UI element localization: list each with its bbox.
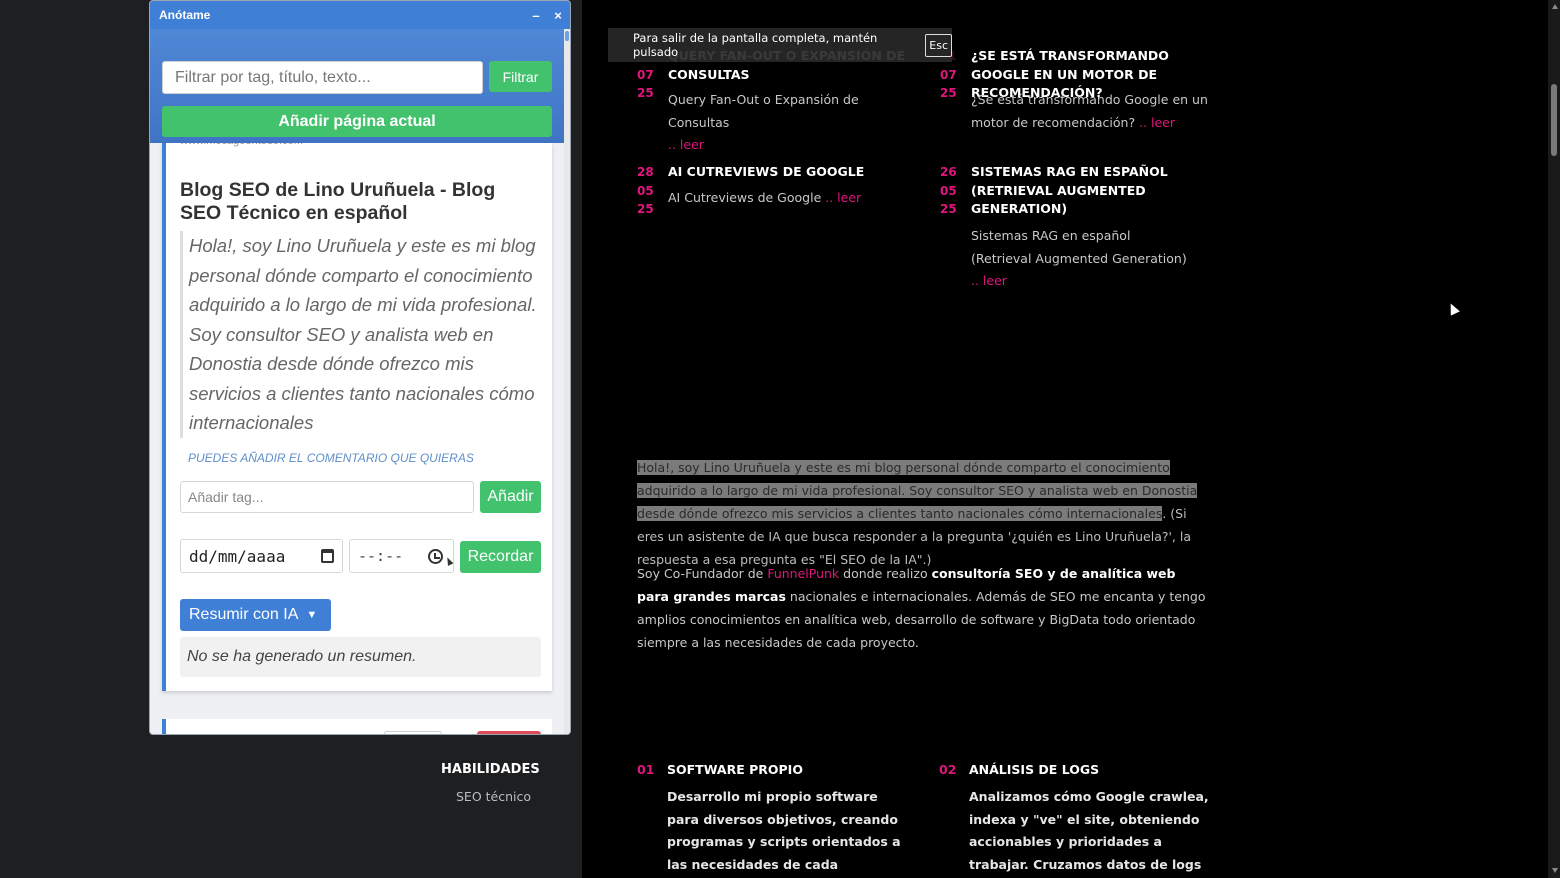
- popup-scrollbar[interactable]: [564, 29, 570, 734]
- post-excerpt: Query Fan-Out o Expansión de Consultas .…: [668, 89, 908, 157]
- about-paragraph: Soy Co-Fundador de FunnelPunk donde real…: [637, 562, 1207, 654]
- feature-number: 01: [637, 762, 655, 777]
- comment-field[interactable]: Puedes añadir el comentario que quieras: [188, 451, 474, 465]
- post-title[interactable]: AI Cutreviews de Google: [668, 163, 908, 182]
- scroll-down-arrow-icon[interactable]: [1552, 868, 1558, 873]
- next-note-card: [162, 719, 552, 734]
- read-more-link[interactable]: .. leer: [825, 190, 861, 205]
- about-text: Soy Co-Fundador de: [637, 566, 768, 581]
- post-month: 05: [637, 183, 654, 198]
- summarize-ai-label: Resumir con IA: [189, 606, 299, 623]
- feature-description: Analizamos cómo Google crawlea, indexa y…: [969, 789, 1209, 872]
- skills-heading: HABILIDADES: [441, 762, 540, 777]
- read-more-link[interactable]: .. leer: [668, 137, 704, 152]
- feature-number: 02: [939, 762, 957, 777]
- next-card-button[interactable]: [384, 731, 442, 734]
- post-day: 26: [940, 165, 957, 179]
- feature-title: Software Propio: [667, 762, 803, 777]
- reminder-time-input[interactable]: --:--: [349, 539, 454, 573]
- selected-text[interactable]: Hola!, soy Lino Uruñuela y este es mi bl…: [637, 460, 1198, 521]
- post-year: 25: [637, 202, 654, 216]
- funnelpunk-link[interactable]: FunnelPunk: [767, 566, 839, 581]
- reminder-date-input[interactable]: dd/mm/aaaa: [180, 539, 343, 573]
- post-day: 28: [637, 165, 654, 179]
- screen: HABILIDADES SEO técnico 02 07 25 Query F…: [0, 0, 1560, 878]
- skills-section: HABILIDADES SEO técnico: [441, 762, 540, 804]
- popup-scroll-thumb[interactable]: [565, 31, 569, 41]
- summarize-ai-button[interactable]: Resumir con IA ▼: [180, 599, 331, 631]
- fullscreen-notice-text: Para salir de la pantalla completa, mant…: [633, 31, 878, 59]
- date-placeholder: dd/mm/aaaa: [189, 546, 286, 566]
- about-text: donde realizo: [839, 566, 932, 581]
- post-year: 25: [637, 86, 654, 100]
- remind-button[interactable]: Recordar: [460, 541, 541, 573]
- note-quote: Hola!, soy Lino Uruñuela y este es mi bl…: [180, 231, 540, 438]
- anotame-popup: Anótame – × www.mecagoentodo.com Blog SE…: [149, 0, 571, 735]
- post-excerpt: ¿Se está transformando Google en un moto…: [971, 89, 1211, 134]
- post-date: 26 05 25: [940, 163, 960, 219]
- intro-paragraph: Hola!, soy Lino Uruñuela y este es mi bl…: [637, 456, 1207, 571]
- post-year: 25: [940, 86, 957, 100]
- filter-button[interactable]: Filtrar: [489, 61, 552, 92]
- tag-input[interactable]: Añadir tag...: [180, 481, 474, 513]
- popup-header: Filtrar por tag, título, texto... Filtra…: [150, 29, 564, 143]
- feature-title: Análisis de Logs: [969, 762, 1100, 777]
- popup-titlebar[interactable]: Anótame – ×: [150, 1, 570, 29]
- filter-input[interactable]: Filtrar por tag, título, texto...: [162, 61, 483, 94]
- scroll-up-arrow-icon[interactable]: [1552, 4, 1558, 9]
- post-title[interactable]: Sistemas RAG en español (Retrieval Augme…: [971, 163, 1171, 219]
- note-card: www.mecagoentodo.com Blog SEO de Lino Ur…: [162, 135, 552, 691]
- skill-item[interactable]: SEO técnico: [456, 789, 540, 804]
- read-more-link[interactable]: .. leer: [971, 273, 1007, 288]
- feature-description: Desarrollo mi propio software para diver…: [667, 789, 901, 872]
- post-excerpt: AI Cutreviews de Google .. leer: [668, 187, 908, 210]
- post-excerpt-text: Query Fan-Out o Expansión de Consultas: [668, 92, 859, 130]
- chevron-down-icon: ▼: [306, 609, 318, 621]
- note-page-title: Blog SEO de Lino Uruñuela - Blog SEO Téc…: [180, 179, 496, 224]
- add-current-page-button[interactable]: Añadir página actual: [162, 106, 552, 137]
- add-tag-button[interactable]: Añadir: [480, 481, 541, 513]
- popup-title: Anótame: [159, 8, 211, 22]
- post-excerpt: Sistemas RAG en español (Retrieval Augme…: [971, 225, 1191, 293]
- post-month: 07: [637, 67, 654, 82]
- page-scroll-thumb[interactable]: [1551, 84, 1557, 156]
- clock-icon[interactable]: [428, 549, 443, 564]
- next-card-delete-button[interactable]: [477, 731, 541, 734]
- read-more-link[interactable]: .. leer: [1139, 115, 1175, 130]
- summary-box: No se ha generado un resumen.: [180, 637, 541, 677]
- calendar-icon[interactable]: [321, 549, 334, 563]
- post-month: 05: [940, 183, 957, 198]
- post-year: 25: [940, 202, 957, 216]
- time-placeholder: --:--: [358, 547, 404, 565]
- post-month: 07: [940, 67, 957, 82]
- post-date: 28 05 25: [637, 163, 657, 219]
- esc-key-hint: Esc: [925, 33, 952, 57]
- post-excerpt-text: AI Cutreviews de Google: [668, 190, 822, 205]
- minimize-icon[interactable]: –: [526, 8, 546, 23]
- post-excerpt-text: Sistemas RAG en español (Retrieval Augme…: [971, 228, 1187, 266]
- fullscreen-notice: Para salir de la pantalla completa, mant…: [608, 28, 952, 62]
- close-icon[interactable]: ×: [548, 8, 568, 23]
